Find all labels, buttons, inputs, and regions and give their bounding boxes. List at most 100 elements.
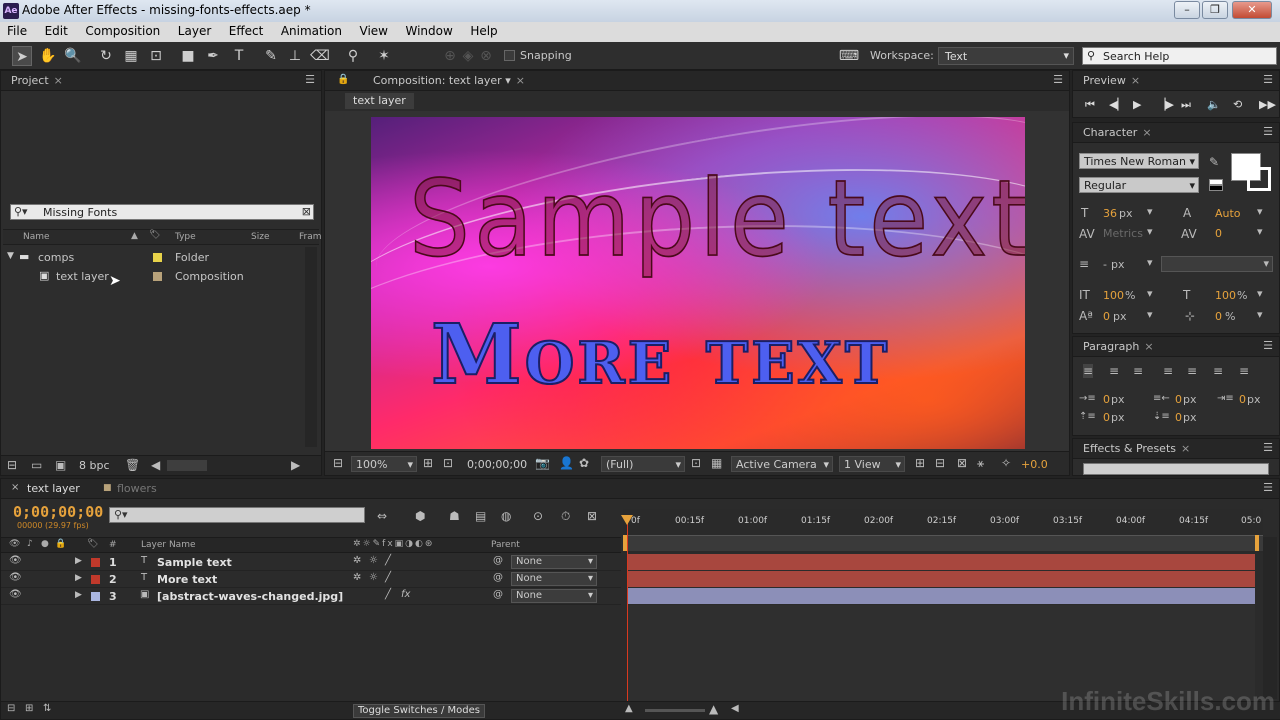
eyedropper-icon[interactable]: ✎ [1209, 155, 1219, 169]
space-after-value[interactable]: 0 [1175, 411, 1182, 424]
column-layer-name[interactable]: Layer Name [141, 540, 196, 550]
parent-pickwhip-icon[interactable]: @ [493, 572, 503, 583]
zoom-slider[interactable] [645, 709, 705, 712]
indent-right-value[interactable]: 0 [1175, 393, 1182, 406]
project-item-text-layer[interactable]: ▣ text layer ➤ Composition [3, 268, 303, 289]
toggle-pixel-aspect-icon[interactable]: ⊞ [915, 456, 925, 470]
project-search-input[interactable]: ⚲▾ Missing Fonts ⊠ [10, 204, 314, 220]
indent-first-value[interactable]: 0 [1239, 393, 1246, 406]
align-right-icon[interactable]: ≡ [1133, 364, 1143, 378]
rectangle-tool-icon[interactable]: ■ [178, 46, 198, 66]
collapse-switch-icon[interactable]: ☼ [369, 555, 378, 566]
search-help-input[interactable]: ⚲ Search Help [1082, 47, 1277, 65]
selection-tool-icon[interactable]: ➤ [12, 46, 32, 66]
expand-arrow-icon[interactable]: ▼ [7, 251, 14, 261]
play-icon[interactable]: ▶ [1133, 98, 1141, 111]
fast-previews-icon[interactable]: ⊟ [935, 456, 945, 470]
next-frame-icon[interactable]: ▕▶ [1157, 98, 1174, 111]
pan-behind-tool-icon[interactable]: ⊡ [146, 46, 166, 66]
close-icon[interactable]: × [1131, 74, 1140, 87]
exposure-value[interactable]: +0.0 [1021, 458, 1048, 471]
collapse-switch-icon[interactable]: ☼ [369, 572, 378, 583]
show-snapshot-icon[interactable]: 👤 [559, 456, 574, 470]
close-icon[interactable]: × [11, 482, 19, 493]
zoom-out-icon[interactable]: ▲ [625, 703, 633, 714]
eraser-tool-icon[interactable]: ⌫ [310, 46, 330, 66]
hand-tool-icon[interactable]: ✋ [38, 46, 58, 66]
close-icon[interactable]: × [1144, 340, 1153, 353]
stroke-style-select[interactable]: ▾ [1161, 256, 1273, 272]
scroll-right-icon[interactable]: ▶ [291, 458, 300, 472]
roto-brush-tool-icon[interactable]: ⚲ [343, 46, 363, 66]
loop-icon[interactable]: ⟲ [1233, 98, 1242, 111]
workspace-select[interactable]: Text ▾ [938, 47, 1074, 65]
parent-pickwhip-icon[interactable]: @ [493, 589, 503, 600]
first-frame-icon[interactable]: ⏮ [1085, 98, 1095, 112]
resolution-select[interactable]: (Full) ▾ [601, 456, 685, 472]
visibility-eye-icon[interactable]: 👁 [9, 555, 22, 566]
menu-view[interactable]: View [353, 22, 395, 42]
scroll-left-icon[interactable]: ◀ [731, 703, 739, 714]
layer-label-swatch[interactable] [91, 575, 100, 584]
menu-effect[interactable]: Effect [222, 22, 271, 42]
fit-icon[interactable]: ⊞ [423, 456, 433, 470]
tab-flowers[interactable]: flowers [117, 482, 157, 495]
chevron-down-icon[interactable]: ▾ [1147, 205, 1153, 218]
panel-menu-icon[interactable]: ☰ [1263, 125, 1273, 138]
visibility-eye-icon[interactable]: 👁 [9, 572, 22, 583]
parent-select[interactable]: None ▾ [511, 589, 597, 603]
type-tool-icon[interactable]: T [229, 46, 249, 66]
shy-switch-icon[interactable]: ✲ [353, 572, 361, 583]
layer-name[interactable]: [abstract-waves-changed.jpg] [157, 590, 343, 603]
exposure-reset-icon[interactable]: ✧ [1001, 456, 1011, 470]
tab-preview[interactable]: Preview × [1083, 74, 1140, 87]
quality-switch-icon[interactable]: ╱ [385, 555, 391, 566]
tracking-value[interactable]: 0 [1215, 227, 1222, 240]
graph-editor-icon[interactable]: ⊙ [533, 509, 543, 523]
layer-duration-bar[interactable] [627, 571, 1255, 587]
pen-tool-icon[interactable]: ✒ [203, 46, 223, 66]
camera-select[interactable]: Active Camera ▾ [731, 456, 833, 472]
maximize-button[interactable]: ❐ [1202, 1, 1228, 19]
justify-right-icon[interactable]: ≡ [1213, 364, 1223, 378]
safe-margins-icon[interactable]: ⊡ [443, 456, 453, 470]
font-family-select[interactable]: Times New Roman ▾ [1079, 153, 1199, 169]
clone-stamp-tool-icon[interactable]: ⊥ [285, 46, 305, 66]
justify-all-icon[interactable]: ≡ [1239, 364, 1249, 378]
tab-project[interactable]: Project × [11, 74, 63, 87]
clear-search-icon[interactable]: ⊠ [302, 205, 311, 218]
indent-left-value[interactable]: 0 [1103, 393, 1110, 406]
sample-text-layer[interactable]: Sample text [408, 156, 1025, 281]
tsume-value[interactable]: 0 [1215, 310, 1222, 323]
visibility-eye-icon[interactable]: 👁 [9, 589, 22, 600]
chevron-down-icon[interactable]: ▾ [1147, 308, 1153, 321]
brush-tool-icon[interactable]: ✎ [261, 46, 281, 66]
timeline-current-time[interactable]: 0;00;00;00 [13, 503, 103, 521]
audio-icon[interactable]: 🔈 [1207, 98, 1221, 111]
tab-composition[interactable]: Composition: text layer ▾ × [373, 74, 525, 87]
align-center-icon[interactable]: ≡ [1109, 364, 1119, 378]
rotate-tool-icon[interactable]: ↻ [96, 46, 116, 66]
black-swatch[interactable] [1209, 185, 1223, 191]
comp-mini-flowchart-icon[interactable]: ⇔ [377, 509, 387, 523]
layer-duration-bar[interactable] [627, 554, 1255, 570]
shy-layers-icon[interactable]: ☗ [449, 509, 460, 523]
workspace-toggle-icon[interactable]: ⌨ [838, 46, 860, 66]
chevron-down-icon[interactable]: ▾ [1257, 225, 1263, 238]
more-text-layer[interactable]: More text [430, 306, 890, 404]
project-scrollbar[interactable] [305, 247, 317, 447]
leading-value[interactable]: Auto [1215, 207, 1241, 220]
timeline-layer-row[interactable]: 👁 ▶ 3 ▣ [abstract-waves-changed.jpg] ╱ f… [1, 588, 621, 605]
ram-preview-icon[interactable]: ▶▶ [1259, 98, 1276, 111]
timeline-scrollbar[interactable] [1263, 537, 1277, 699]
toggle-switches-modes-button[interactable]: Toggle Switches / Modes [353, 704, 485, 718]
view-layout-select[interactable]: 1 View ▾ [839, 456, 905, 472]
panel-menu-icon[interactable]: ☰ [1263, 441, 1273, 454]
region-of-interest-icon[interactable]: ⊡ [691, 456, 701, 470]
tab-character[interactable]: Character × [1083, 126, 1152, 139]
previous-frame-icon[interactable]: ◀▏ [1109, 98, 1126, 111]
column-type[interactable]: Type [175, 232, 196, 242]
close-icon[interactable]: × [54, 74, 63, 87]
current-time-indicator[interactable] [627, 519, 628, 701]
panel-menu-icon[interactable]: ☰ [1263, 73, 1273, 86]
